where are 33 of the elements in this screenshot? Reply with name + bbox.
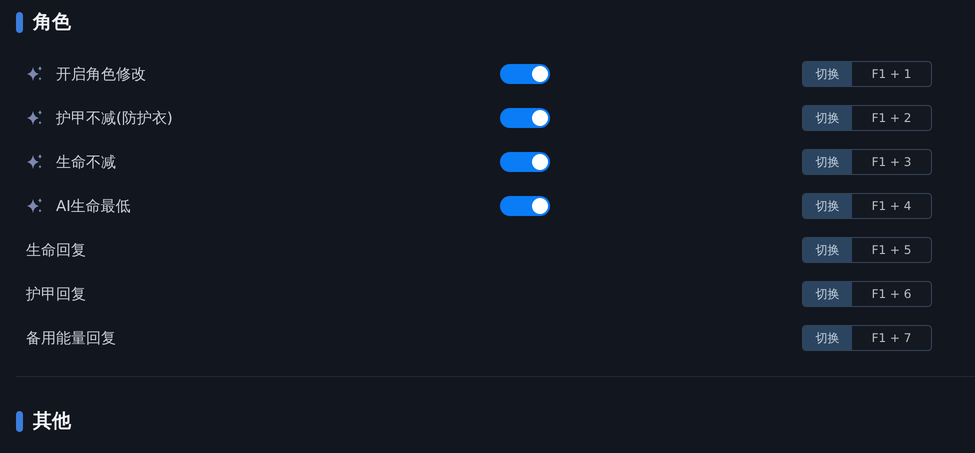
sparkle-icon [26, 197, 44, 215]
option-label: 生命回复 [26, 240, 86, 260]
option-label: 护甲不减(防护衣) [56, 108, 173, 128]
hotkey-text: F1 + 2 [870, 110, 912, 127]
option-label: AI生命最低 [56, 196, 131, 216]
sparkle-icon [26, 109, 44, 127]
section-marker [16, 12, 23, 32]
section-title: 角色 [33, 10, 71, 35]
hotkey-text: F1 + 4 [870, 198, 912, 215]
option-label: 开启角色修改 [56, 64, 146, 84]
toggle-switch[interactable] [500, 152, 550, 172]
hotkey-text: F1 + 5 [870, 242, 912, 259]
section-title: 其他 [33, 409, 71, 434]
toggle-switch[interactable] [500, 64, 550, 84]
toggle-button[interactable]: 切换 [803, 106, 852, 130]
hotkey-text: F1 + 6 [870, 286, 912, 303]
sparkle-icon [26, 65, 44, 83]
hotkey-text: F1 + 7 [870, 330, 912, 347]
option-label: 护甲回复 [26, 284, 86, 304]
toggle-button[interactable]: 切换 [803, 282, 852, 306]
toggle-switch[interactable] [500, 196, 550, 216]
hotkey-text: F1 + 3 [870, 154, 912, 171]
toggle-button[interactable]: 切换 [803, 194, 852, 218]
section-marker [16, 410, 23, 432]
toggle-switch[interactable] [500, 108, 550, 128]
toggle-button[interactable]: 切换 [803, 238, 852, 262]
toggle-button[interactable]: 切换 [803, 326, 852, 350]
option-label: 备用能量回复 [26, 328, 116, 348]
toggle-button[interactable]: 切换 [803, 62, 852, 86]
sparkle-icon [26, 153, 44, 171]
hotkey-text: F1 + 1 [870, 66, 912, 83]
option-label: 生命不减 [56, 152, 116, 172]
toggle-button[interactable]: 切换 [803, 150, 852, 174]
